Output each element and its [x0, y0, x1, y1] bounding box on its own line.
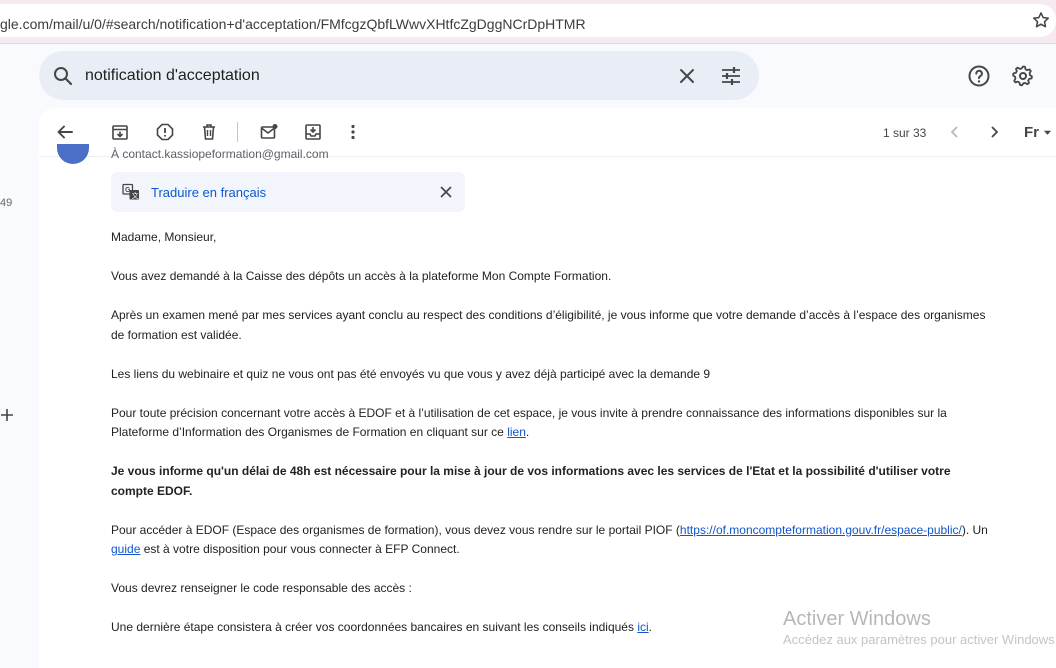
plus-icon[interactable] — [0, 408, 14, 422]
browser-address-bar: gle.com/mail/u/0/#search/notification+d'… — [0, 0, 1056, 44]
translate-icon: G文 — [122, 183, 140, 201]
message-body: Madame, Monsieur, Vous avez demandé à la… — [111, 228, 1056, 657]
svg-text:文: 文 — [132, 191, 139, 200]
delete-trash-icon[interactable] — [199, 122, 219, 142]
toolbar-divider — [237, 122, 238, 142]
paragraph-info: Pour toute précision concernant votre ac… — [111, 405, 947, 440]
previous-chevron-icon[interactable] — [945, 122, 965, 142]
avatar[interactable] — [57, 144, 89, 164]
paragraph-access: Pour accéder à EDOF (Espace des organism… — [111, 522, 988, 557]
search-input[interactable] — [83, 63, 647, 89]
back-arrow-icon[interactable] — [55, 122, 75, 142]
close-icon[interactable] — [438, 184, 454, 200]
recipient-line: À contact.kassiopeformation@gmail.com — [111, 147, 329, 161]
message-panel: 1 sur 33 Fr À contact.kassiopeformation@… — [39, 108, 1056, 668]
bank-link[interactable]: ici — [637, 620, 648, 634]
translate-link[interactable]: Traduire en français — [151, 185, 266, 200]
help-icon[interactable] — [967, 64, 991, 88]
report-spam-icon[interactable] — [155, 122, 175, 142]
windows-activation-title: Activer Windows — [783, 608, 931, 630]
paragraph-validation: Après un examen mené par mes services ay… — [111, 308, 986, 342]
url-text: gle.com/mail/u/0/#search/notification+d'… — [0, 16, 586, 32]
language-label: Fr — [1024, 124, 1039, 141]
bookmark-star-icon[interactable] — [1031, 10, 1051, 30]
paragraph-request: Vous avez demandé à la Caisse des dépôts… — [111, 269, 612, 283]
message-content: À contact.kassiopeformation@gmail.com G文… — [39, 144, 1056, 668]
more-options-icon[interactable] — [343, 122, 363, 142]
search-bar — [39, 51, 759, 100]
language-selector[interactable]: Fr — [1024, 124, 1056, 142]
search-icon[interactable] — [51, 64, 75, 88]
left-rail — [0, 44, 38, 643]
portal-link[interactable]: https://of.moncompteformation.gouv.fr/es… — [680, 523, 962, 537]
greeting: Madame, Monsieur, — [111, 230, 217, 244]
paragraph-webinar: Les liens du webinaire et quiz ne vous o… — [111, 366, 711, 381]
chevron-down-icon — [1044, 130, 1052, 136]
rail-count-text: 49 — [0, 197, 13, 209]
settings-gear-icon[interactable] — [1011, 64, 1035, 88]
url-field[interactable]: gle.com/mail/u/0/#search/notification+d'… — [0, 4, 1056, 37]
windows-activation-subtitle: Accédez aux paramètres pour activer Wind… — [783, 632, 1056, 647]
translate-banner: G文 Traduire en français — [111, 172, 465, 212]
search-options-icon[interactable] — [719, 64, 743, 88]
archive-icon[interactable] — [110, 122, 130, 142]
paragraph-code: Vous devrez renseigner le code responsab… — [111, 581, 412, 595]
move-to-icon[interactable] — [303, 122, 323, 142]
info-link[interactable]: lien — [507, 425, 526, 439]
clear-search-icon[interactable] — [675, 64, 699, 88]
mark-unread-icon[interactable] — [259, 122, 279, 142]
guide-link[interactable]: guide — [111, 542, 140, 556]
pager-text: 1 sur 33 — [883, 126, 927, 140]
next-chevron-icon[interactable] — [984, 122, 1004, 142]
paragraph-delay: Je vous informe qu'un délai de 48h est n… — [111, 464, 951, 498]
